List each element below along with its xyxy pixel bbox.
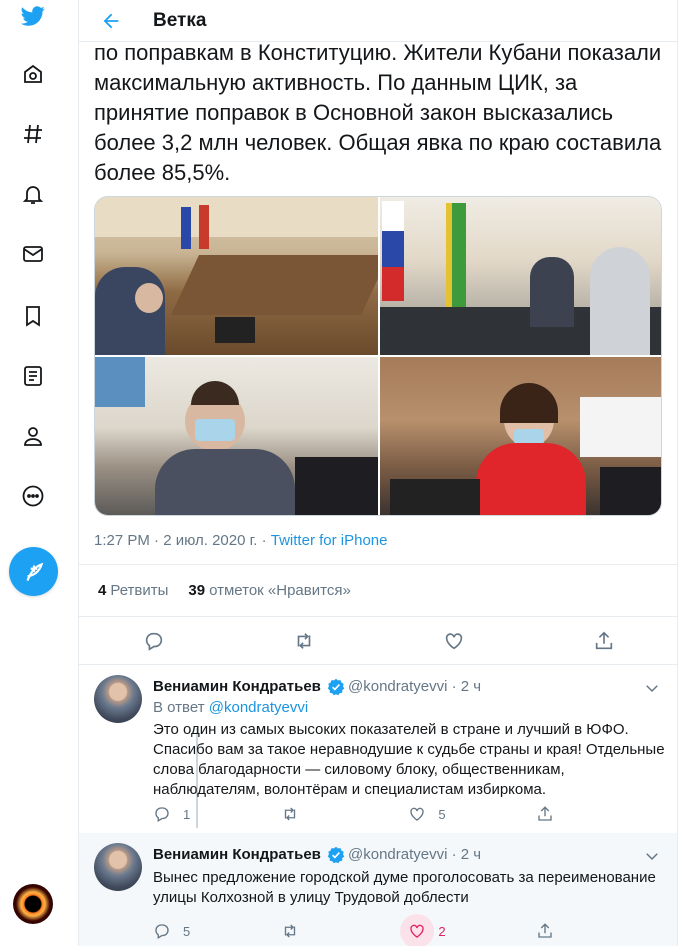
reply-like-button[interactable]: 2: [400, 914, 536, 946]
back-arrow-icon: [103, 13, 119, 28]
reply-handle[interactable]: @kondratyevvi · 2 ч: [348, 846, 481, 863]
tweet-photo[interactable]: [95, 357, 378, 515]
twitter-logo-icon[interactable]: [9, 0, 57, 40]
reply-icon: [155, 807, 169, 822]
verified-badge-icon: [327, 846, 345, 864]
compose-tweet-icon: [25, 562, 43, 581]
main-column: Ветка по поправкам в Конституцию. Жители…: [78, 0, 678, 946]
reply-reply-button[interactable]: 5: [153, 922, 281, 940]
reply-text: Это один из самых высоких показателей в …: [153, 721, 665, 798]
chevron-down-icon[interactable]: [643, 847, 661, 865]
left-nav: [0, 0, 68, 946]
back-button[interactable]: [91, 5, 131, 37]
compose-tweet-button[interactable]: [9, 547, 58, 596]
retweets-stat[interactable]: 4 Ретвиты: [98, 582, 168, 599]
reply-like-button[interactable]: 5: [408, 805, 536, 823]
likes-stat[interactable]: 39 отметок «Нравится»: [188, 582, 350, 599]
reply-retweet-button[interactable]: [281, 805, 409, 823]
reply-icon: [155, 924, 169, 939]
retweet-icon: [284, 807, 295, 821]
heart-icon: [410, 807, 425, 821]
reply-share-button[interactable]: [536, 922, 573, 940]
tweet-actions: [79, 617, 677, 665]
heart-icon: [445, 632, 463, 649]
reply-to-link[interactable]: @kondratyevvi: [209, 699, 308, 716]
tweet-stats: 4 Ретвиты 39 отметок «Нравится»: [79, 564, 677, 617]
more-icon[interactable]: [9, 472, 57, 520]
reply-actions: 5 2: [153, 914, 573, 946]
avatar[interactable]: [94, 843, 142, 891]
tweet-media-grid[interactable]: [94, 196, 662, 516]
tweet-meta: 1:27 PM · 2 июл. 2020 г. · Twitter for i…: [94, 532, 387, 549]
reply-actions: 1 5: [153, 805, 573, 823]
reply-retweet-button[interactable]: [281, 922, 409, 940]
account-avatar[interactable]: [13, 884, 53, 924]
reply-reply-button[interactable]: 1: [153, 805, 281, 823]
tweet-photo[interactable]: [95, 197, 378, 355]
reply-tweet[interactable]: Вениамин Кондратьев @kondratyevvi · 2 ч …: [79, 665, 677, 833]
bookmarks-icon[interactable]: [9, 292, 57, 340]
reply-tweet[interactable]: Вениамин Кондратьев @kondratyevvi · 2 ч …: [79, 833, 677, 946]
reply-button[interactable]: [134, 621, 174, 661]
share-icon: [538, 923, 552, 938]
tweet-text: по поправкам в Конституцию. Жители Кубан…: [94, 40, 662, 185]
retweet-icon: [297, 632, 311, 649]
reply-text: Вынес предложение городской думе проголо…: [153, 869, 656, 906]
like-button[interactable]: [434, 621, 474, 661]
reply-icon: [145, 632, 163, 651]
reply-author-name[interactable]: Вениамин Кондратьев: [153, 678, 321, 695]
tweet-photo[interactable]: [380, 357, 661, 515]
profile-icon[interactable]: [9, 412, 57, 460]
lists-icon[interactable]: [9, 352, 57, 400]
reply-author-name[interactable]: Вениамин Кондратьев: [153, 846, 321, 863]
chevron-down-icon[interactable]: [643, 679, 661, 697]
share-button[interactable]: [584, 621, 624, 661]
tweet-photo[interactable]: [380, 197, 661, 355]
page-title: Ветка: [153, 9, 207, 31]
explore-icon[interactable]: [9, 110, 57, 158]
share-icon: [595, 631, 613, 649]
reply-to-label: В ответ @kondratyevvi: [153, 699, 309, 716]
messages-icon[interactable]: [9, 230, 57, 278]
tweet-source[interactable]: Twitter for iPhone: [271, 532, 388, 549]
share-icon: [538, 806, 552, 821]
reply-share-button[interactable]: [536, 805, 573, 823]
retweet-icon: [284, 924, 295, 938]
like-hover-circle: [400, 914, 435, 946]
retweet-button[interactable]: [284, 621, 324, 661]
page-header: Ветка: [79, 0, 677, 42]
verified-badge-icon: [327, 678, 345, 696]
tweet-timestamp[interactable]: 1:27 PM · 2 июл. 2020 г. ·: [94, 532, 271, 549]
heart-icon: [410, 924, 425, 938]
notifications-icon[interactable]: [9, 170, 57, 218]
home-icon[interactable]: [9, 50, 57, 98]
avatar[interactable]: [94, 675, 142, 723]
reply-handle[interactable]: @kondratyevvi · 2 ч: [348, 678, 481, 695]
